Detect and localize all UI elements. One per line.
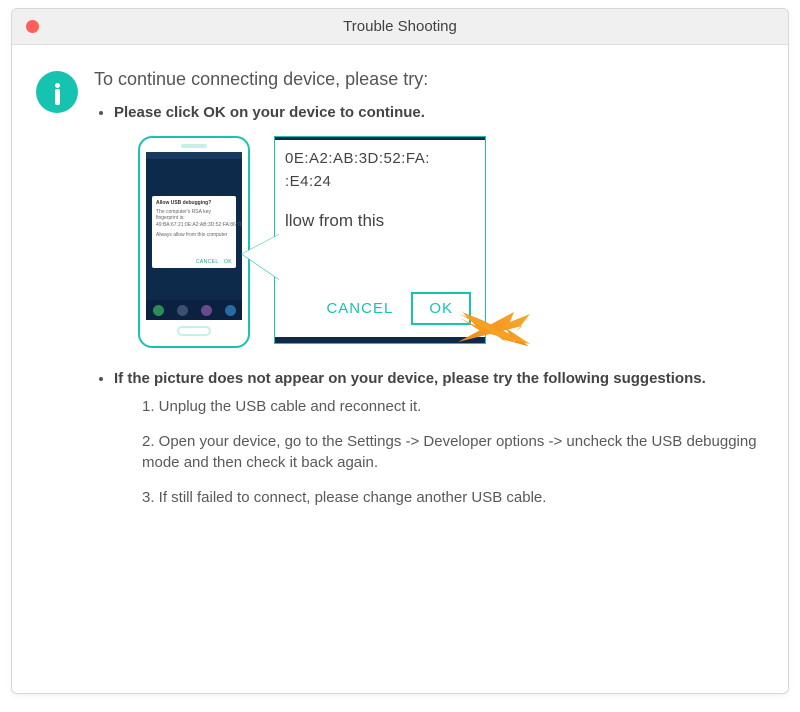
steps-list: 1. Unplug the USB cable and reconnect it… xyxy=(114,396,760,508)
phone-dialog: Allow USB debugging? The computer's RSA … xyxy=(152,196,236,268)
phone-home-button-icon xyxy=(177,326,211,336)
illustration: Allow USB debugging? The computer's RSA … xyxy=(138,136,486,348)
phone-dialog-cancel: CANCEL xyxy=(196,259,219,265)
phone-dialog-body: The computer's RSA key fingerprint is: xyxy=(156,209,232,222)
zoom-rsa-line2: :E4:24 xyxy=(285,171,475,194)
close-icon[interactable] xyxy=(26,20,39,33)
app-icon xyxy=(225,305,236,316)
phone-speaker-icon xyxy=(181,144,207,148)
bullet-click-ok-text: Please click OK on your device to contin… xyxy=(114,104,425,121)
phone-screen: Allow USB debugging? The computer's RSA … xyxy=(146,152,242,320)
app-icon xyxy=(177,305,188,316)
instruction-list: Please click OK on your device to contin… xyxy=(94,104,760,508)
bullet-suggestions: If the picture does not appear on your d… xyxy=(114,370,760,508)
titlebar: Trouble Shooting xyxy=(12,9,788,45)
phone-dialog-checkbox: Always allow from this computer xyxy=(156,232,232,239)
icon-column xyxy=(36,69,94,522)
callout-tail-icon xyxy=(242,234,280,280)
step-2: 2. Open your device, go to the Settings … xyxy=(142,431,760,473)
step-1: 1. Unplug the USB cable and reconnect it… xyxy=(142,396,760,417)
phone-dialog-ok: OK xyxy=(224,259,232,265)
phone-dialog-actions: CANCEL OK xyxy=(196,259,232,266)
content-area: To continue connecting device, please tr… xyxy=(12,45,788,542)
zoom-rsa-line1: 0E:A2:AB:3D:52:FA: xyxy=(285,148,475,171)
zoom-panel: 0E:A2:AB:3D:52:FA: :E4:24 llow from this… xyxy=(274,136,486,344)
zoom-allow-text: llow from this xyxy=(285,211,475,231)
window-title: Trouble Shooting xyxy=(12,18,788,35)
phone-homebar xyxy=(146,300,242,320)
app-icon xyxy=(153,305,164,316)
phone-statusbar xyxy=(146,152,242,159)
phone-dialog-title: Allow USB debugging? xyxy=(156,200,232,207)
page-heading: To continue connecting device, please tr… xyxy=(94,69,760,90)
troubleshoot-window: Trouble Shooting To continue connecting … xyxy=(11,8,789,694)
body-column: To continue connecting device, please tr… xyxy=(94,69,760,522)
phone-mockup: Allow USB debugging? The computer's RSA … xyxy=(138,136,250,348)
phone-dialog-fingerprint: 49:BA:67:21:0E:A2:AB:3D:52:FA:86:7D:E4:2… xyxy=(156,222,232,229)
step-3: 3. If still failed to connect, please ch… xyxy=(142,487,760,508)
bullet-click-ok: Please click OK on your device to contin… xyxy=(114,104,760,348)
app-icon xyxy=(201,305,212,316)
zoom-actions: CANCEL OK xyxy=(326,292,471,325)
info-icon xyxy=(36,71,78,113)
zoom-cancel-label: CANCEL xyxy=(326,300,393,317)
zoom-ok-button: OK xyxy=(411,292,471,325)
bullet-suggestions-text: If the picture does not appear on your d… xyxy=(114,370,706,387)
